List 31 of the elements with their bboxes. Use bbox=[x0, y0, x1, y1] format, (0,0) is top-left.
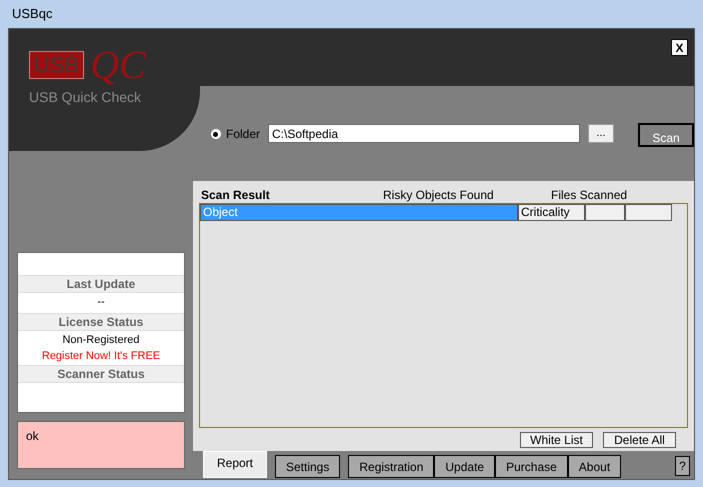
folder-radio[interactable] bbox=[210, 128, 222, 140]
register-link[interactable]: Register Now! It's FREE bbox=[42, 348, 160, 364]
section-heading: Scanner Status bbox=[18, 365, 184, 383]
window-title: USBqc bbox=[12, 5, 52, 24]
help-button[interactable]: ? bbox=[675, 456, 690, 476]
tab[interactable]: Settings bbox=[275, 455, 340, 478]
column-header[interactable]: Criticality bbox=[518, 204, 585, 221]
results-label: Risky Objects Found bbox=[383, 187, 495, 204]
scan-button[interactable]: Scan bbox=[638, 123, 694, 147]
tab[interactable]: Update bbox=[434, 455, 496, 478]
status-text: Non-Registered bbox=[62, 333, 140, 348]
column-header[interactable] bbox=[585, 204, 625, 221]
tab[interactable]: About bbox=[568, 455, 622, 478]
tab[interactable]: Registration bbox=[348, 455, 434, 478]
close-button[interactable]: X bbox=[671, 39, 688, 56]
section-heading: License Status bbox=[18, 313, 184, 331]
action-button[interactable]: White List bbox=[520, 432, 593, 448]
folder-path-field[interactable]: C:\Softpedia bbox=[268, 124, 580, 143]
results-label: Files Scanned bbox=[551, 187, 628, 204]
action-button[interactable]: Delete All bbox=[603, 432, 676, 448]
logo-mark: USB bbox=[29, 51, 84, 79]
logo-subtitle: USB Quick Check bbox=[29, 89, 142, 105]
column-header[interactable] bbox=[625, 204, 672, 221]
section-heading: Last Update bbox=[18, 275, 184, 293]
browse-button[interactable]: ... bbox=[588, 124, 614, 143]
tab[interactable]: Purchase bbox=[495, 455, 568, 478]
message-box: ok bbox=[17, 421, 185, 469]
status-text: -- bbox=[97, 295, 105, 310]
results-title: Scan Result bbox=[200, 187, 271, 204]
tab[interactable]: Report bbox=[203, 451, 267, 478]
folder-label: Folder bbox=[226, 126, 260, 143]
